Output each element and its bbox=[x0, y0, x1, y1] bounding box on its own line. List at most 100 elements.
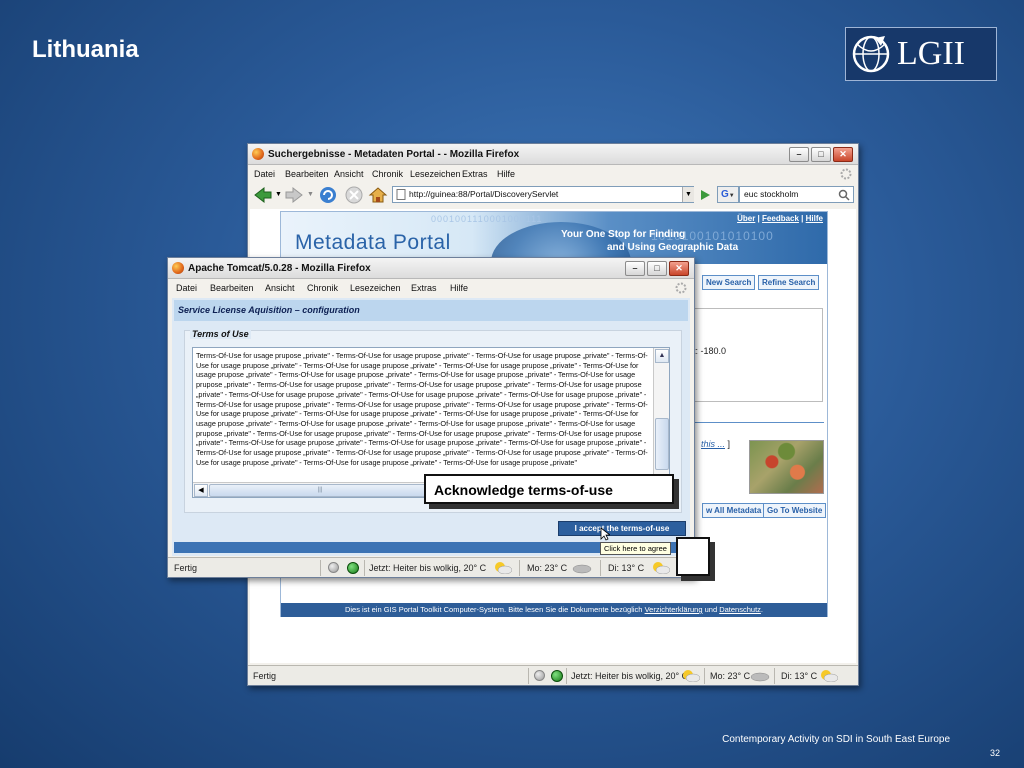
menu-chronik[interactable]: Chronik bbox=[307, 283, 338, 293]
back-icon[interactable] bbox=[253, 185, 273, 205]
tomcat-page-content: Service License Aquisition – configurati… bbox=[172, 298, 690, 556]
menu-datei[interactable]: Datei bbox=[176, 283, 197, 293]
main-menubar: Datei Bearbeiten Ansicht Chronik Lesezei… bbox=[248, 165, 858, 183]
cloud-icon bbox=[572, 564, 592, 574]
maximize-button[interactable]: □ bbox=[647, 261, 667, 276]
banner-binary-text: 0001001110001000111 bbox=[431, 214, 543, 224]
menu-hilfe[interactable]: Hilfe bbox=[497, 169, 515, 179]
tomcat-statusbar: Fertig Jetzt: Heiter bis wolkig, 20° C M… bbox=[168, 557, 694, 577]
tomcat-browser-window: Apache Tomcat/5.0.28 - Mozilla Firefox –… bbox=[167, 257, 695, 578]
sun-cloud-icon-2 bbox=[821, 670, 838, 682]
firefox-icon bbox=[172, 262, 184, 274]
menu-bearbeiten[interactable]: Bearbeiten bbox=[210, 283, 254, 293]
terms-text: Terms-Of-Use for usage prupose „private"… bbox=[196, 351, 648, 467]
menu-chronik[interactable]: Chronik bbox=[372, 169, 403, 179]
forward-dropdown-icon[interactable]: ▼ bbox=[307, 191, 314, 198]
main-statusbar: Fertig Jetzt: Heiter bis wolkig, 20° C M… bbox=[248, 665, 858, 685]
more-link[interactable]: this ... ] bbox=[701, 439, 730, 449]
status-green-icon bbox=[347, 562, 359, 574]
scroll-up-icon[interactable]: ▲ bbox=[655, 349, 669, 363]
main-window-titlebar[interactable]: Suchergebnisse - Metadaten Portal - - Mo… bbox=[248, 144, 858, 165]
close-button[interactable]: ✕ bbox=[669, 261, 689, 276]
page-icon bbox=[396, 189, 406, 200]
status-text: Fertig bbox=[253, 671, 277, 681]
menu-lesezeichen[interactable]: Lesezeichen bbox=[410, 169, 461, 179]
cloud-icon bbox=[750, 672, 770, 682]
home-icon[interactable] bbox=[368, 185, 388, 205]
google-icon: G bbox=[721, 189, 729, 200]
view-all-metadata-button[interactable]: w All Metadata bbox=[702, 503, 766, 518]
search-engine-button[interactable]: G▼ bbox=[717, 186, 739, 203]
sun-cloud-icon-2 bbox=[653, 562, 670, 574]
sun-cloud-icon bbox=[683, 670, 700, 682]
result-separator bbox=[679, 422, 824, 423]
menu-ansicht[interactable]: Ansicht bbox=[265, 283, 295, 293]
tomcat-window-title: Apache Tomcat/5.0.28 - Mozilla Firefox bbox=[188, 263, 371, 274]
weather-monday: Mo: 23° C bbox=[527, 563, 568, 573]
status-grey-icon bbox=[534, 670, 545, 681]
new-search-button[interactable]: New Search bbox=[702, 275, 756, 290]
forward-icon[interactable] bbox=[284, 185, 304, 205]
menu-bearbeiten[interactable]: Bearbeiten bbox=[285, 169, 329, 179]
weather-tuesday: Di: 13° C bbox=[608, 563, 645, 573]
status-text: Fertig bbox=[174, 563, 198, 573]
portal-footer: Dies ist ein GIS Portal Toolkit Computer… bbox=[281, 603, 827, 617]
search-icon[interactable] bbox=[838, 189, 850, 201]
minimize-button[interactable]: – bbox=[625, 261, 645, 276]
lgii-logo: LGII bbox=[845, 27, 997, 81]
menu-lesezeichen[interactable]: Lesezeichen bbox=[350, 283, 401, 293]
portal-tagline-1: Your One Stop for Finding bbox=[561, 229, 686, 240]
acknowledge-callout: Acknowledge terms-of-use bbox=[424, 474, 674, 504]
globe-icon bbox=[852, 35, 890, 73]
privacy-link[interactable]: Datenschutz bbox=[719, 605, 761, 614]
maximize-button[interactable]: □ bbox=[811, 147, 831, 162]
portal-top-links: Über | Feedback | Hilfe bbox=[737, 214, 823, 223]
menu-extras[interactable]: Extras bbox=[411, 283, 437, 293]
link-uber[interactable]: Über bbox=[737, 214, 755, 223]
weather-now: Jetzt: Heiter bis wolkig, 20° C bbox=[571, 671, 689, 681]
status-grey-icon bbox=[328, 562, 339, 573]
weather-monday: Mo: 23° C bbox=[710, 671, 751, 681]
vertical-scroll-thumb[interactable] bbox=[655, 418, 669, 470]
horizontal-scroll-thumb[interactable]: ||| bbox=[209, 484, 431, 497]
vertical-scrollbar[interactable]: ▲ bbox=[653, 348, 669, 484]
reload-icon[interactable] bbox=[318, 185, 338, 205]
refine-search-button[interactable]: Refine Search bbox=[758, 275, 820, 290]
tomcat-window-titlebar[interactable]: Apache Tomcat/5.0.28 - Mozilla Firefox –… bbox=[168, 258, 694, 279]
minimize-button[interactable]: – bbox=[789, 147, 809, 162]
sun-cloud-icon bbox=[495, 562, 512, 574]
menu-datei[interactable]: Datei bbox=[254, 169, 275, 179]
terms-legend: Terms of Use bbox=[190, 329, 251, 339]
result-thumbnail[interactable] bbox=[749, 440, 824, 494]
throbber-icon bbox=[675, 282, 687, 294]
service-license-heading: Service License Aquisition – configurati… bbox=[174, 300, 688, 321]
search-input[interactable]: euc stockholm bbox=[739, 186, 854, 203]
scroll-left-icon[interactable]: ◀ bbox=[194, 484, 208, 497]
link-feedback[interactable]: Feedback bbox=[762, 214, 799, 223]
firefox-icon bbox=[252, 148, 264, 160]
main-window-title: Suchergebnisse - Metadaten Portal - - Mo… bbox=[268, 149, 520, 160]
slide-footer: Contemporary Activity on SDI in South Ea… bbox=[722, 734, 950, 745]
go-to-website-button[interactable]: Go To Website bbox=[763, 503, 827, 518]
go-icon[interactable] bbox=[698, 188, 712, 202]
link-hilfe[interactable]: Hilfe bbox=[806, 214, 823, 223]
slide-title: Lithuania bbox=[32, 36, 139, 63]
more-link-bracket: ] bbox=[727, 439, 731, 449]
throbber-icon bbox=[840, 168, 852, 180]
coordinate-text: t: -180.0 bbox=[693, 346, 727, 356]
menu-hilfe[interactable]: Hilfe bbox=[450, 283, 468, 293]
weather-now: Jetzt: Heiter bis wolkig, 20° C bbox=[369, 563, 487, 573]
close-button[interactable]: ✕ bbox=[833, 147, 853, 162]
callout-box-small bbox=[676, 537, 710, 576]
accept-terms-button[interactable]: I accept the terms-of-use bbox=[558, 521, 686, 536]
back-dropdown-icon[interactable]: ▼ bbox=[275, 191, 282, 198]
url-dropdown-icon[interactable]: ▼ bbox=[682, 187, 694, 202]
portal-title: Metadata Portal bbox=[295, 231, 451, 254]
url-bar[interactable]: http://guinea:88/Portal/DiscoveryServlet bbox=[392, 186, 694, 203]
weather-tuesday: Di: 13° C bbox=[781, 671, 818, 681]
portal-tagline-2: and Using Geographic Data bbox=[607, 242, 739, 253]
disclaimer-link[interactable]: Verzichterklärung bbox=[645, 605, 703, 614]
menu-ansicht[interactable]: Ansicht bbox=[334, 169, 364, 179]
menu-extras[interactable]: Extras bbox=[462, 169, 488, 179]
stop-icon[interactable] bbox=[344, 185, 364, 205]
